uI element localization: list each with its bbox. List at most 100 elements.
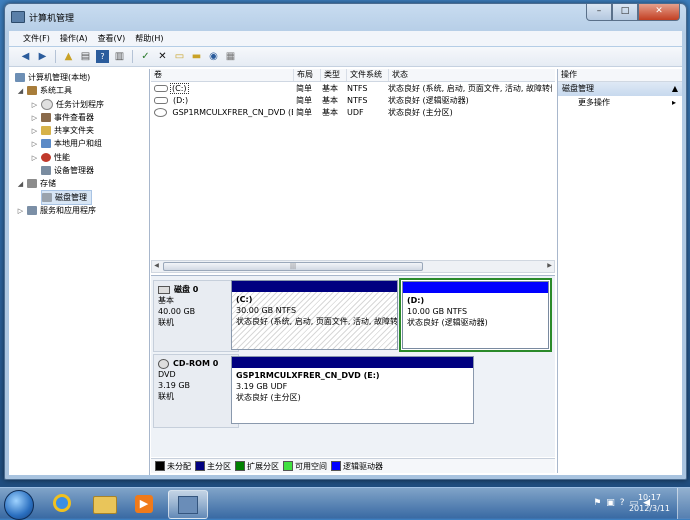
partition-c-body: (C:) 30.00 GB NTFS 状态良好 (系统, 启动, 页面文件, 活… (232, 292, 397, 329)
toolbar-separator (132, 50, 133, 63)
show-hide-action-pane-icon[interactable]: ▥ (113, 50, 126, 63)
volume-cell: GSP1RMCULXFRER_CN_DVD (E:) (151, 107, 293, 118)
taskbar-media-player-button[interactable]: ▶ (126, 490, 164, 517)
help-icon[interactable]: ? (620, 498, 625, 508)
users-icon (41, 139, 51, 148)
back-arrow-icon[interactable]: ◀ (19, 50, 32, 63)
column-header-volume[interactable]: 卷 (151, 69, 294, 81)
extended-partition[interactable]: (D:) 10.00 GB NTFS 状态良好 (逻辑驱动器) (399, 278, 552, 352)
tree-item-event-viewer[interactable]: ▷ 事件查看器 (31, 111, 94, 124)
column-header-type[interactable]: 类型 (321, 69, 347, 81)
volume-row[interactable]: (D:) 简单 基本 NTFS 状态良好 (逻辑驱动器) (151, 95, 555, 106)
maximize-button[interactable]: □ (612, 4, 638, 21)
tree-item-disk-management[interactable]: 磁盘管理 (41, 190, 92, 205)
primary-partition-bar (232, 281, 397, 292)
tree-item-services[interactable]: ▷ 服务和应用程序 (17, 204, 96, 217)
menu-view[interactable]: 查看(V) (94, 31, 130, 46)
submenu-arrow-icon: ▸ (671, 98, 676, 107)
status-cell: 状态良好 (系统, 启动, 页面文件, 活动, 故障转储 (388, 84, 552, 93)
expand-arrow-icon[interactable]: ▷ (31, 140, 38, 148)
clock[interactable]: 10:17 2012/3/11 (629, 492, 670, 514)
tree-item-local-users[interactable]: ▷ 本地用户和组 (31, 137, 102, 150)
help-icon[interactable]: ? (96, 50, 109, 63)
volume-list-header: 卷 布局 类型 文件系统 状态 (151, 69, 555, 82)
expand-arrow-icon[interactable]: ▷ (31, 101, 38, 109)
forward-arrow-icon[interactable]: ▶ (36, 50, 49, 63)
partition-e-label: GSP1RMCULXFRER_CN_DVD (E:) (236, 371, 380, 380)
taskbar-ie-button[interactable] (44, 490, 82, 517)
internet-explorer-icon (53, 494, 71, 512)
column-header-status[interactable]: 状态 (389, 69, 552, 81)
close-button[interactable]: ✕ (638, 4, 680, 21)
clock-time: 10:17 (637, 493, 662, 502)
disk-icon (158, 285, 170, 294)
scroll-right-icon[interactable]: ▶ (545, 261, 554, 270)
performance-icon (41, 153, 51, 162)
computer-management-icon (178, 496, 198, 514)
legend-swatch (331, 461, 341, 471)
menu-help[interactable]: 帮助(H) (131, 31, 167, 46)
partition-d[interactable]: (D:) 10.00 GB NTFS 状态良好 (逻辑驱动器) (402, 281, 549, 349)
volume-row[interactable]: (C:) 简单 基本 NTFS 状态良好 (系统, 启动, 页面文件, 活动, … (151, 83, 555, 94)
network-icon[interactable]: ▣ (606, 498, 615, 508)
partition-c-status: 状态良好 (系统, 启动, 页面文件, 活动, 故障转 (236, 317, 398, 326)
taskbar-computer-management-button[interactable] (168, 490, 208, 519)
tree-item-performance[interactable]: ▷ 性能 (31, 151, 70, 164)
disk-icon[interactable]: ▦ (224, 50, 237, 63)
cdrom-0-info[interactable]: CD-ROM 0 DVD 3.19 GB 联机 (153, 354, 239, 428)
collapse-arrow-icon[interactable]: ◢ (17, 180, 24, 188)
actions-section-disk-management[interactable]: 磁盘管理 ▲ (558, 82, 682, 96)
partition-d-label: (D:) (407, 296, 425, 305)
open-folder-icon[interactable]: ▭ (173, 50, 186, 63)
partition-c-size: 30.00 GB NTFS (236, 306, 297, 315)
tree-item-storage[interactable]: ◢ 存储 (17, 177, 56, 190)
tree-item-system-tools[interactable]: ◢ 系统工具 (17, 84, 72, 97)
properties-icon[interactable]: ✓ (139, 50, 152, 63)
tree-item-shared-folders[interactable]: ▷ 共享文件夹 (31, 124, 94, 137)
search-icon[interactable]: ◉ (207, 50, 220, 63)
horizontal-scrollbar[interactable]: ◀ ||| ▶ (151, 260, 555, 273)
volume-row[interactable]: GSP1RMCULXFRER_CN_DVD (E:) 简单 基本 UDF 状态良… (151, 107, 555, 118)
layout-cell: 简单 (296, 96, 312, 105)
tree-item-root[interactable]: 计算机管理(本地) (15, 71, 90, 84)
action-center-icon[interactable]: ⚑ (593, 498, 601, 508)
scroll-left-icon[interactable]: ◀ (152, 261, 161, 270)
disk-0-info[interactable]: 磁盘 0 基本 40.00 GB 联机 (153, 280, 239, 352)
volume-cell: (C:) (151, 83, 293, 94)
minimize-button[interactable]: – (586, 4, 612, 21)
expand-arrow-icon[interactable]: ▷ (31, 154, 38, 162)
start-button[interactable] (4, 490, 34, 520)
tree-label: 磁盘管理 (55, 193, 87, 202)
scroll-thumb[interactable]: ||| (163, 262, 423, 271)
taskbar-explorer-button[interactable] (86, 490, 124, 517)
partition-c[interactable]: (C:) 30.00 GB NTFS 状态良好 (系统, 启动, 页面文件, 活… (231, 280, 398, 350)
show-desktop-button[interactable] (677, 488, 690, 519)
logical-drive-bar (403, 282, 548, 293)
tree-item-task-scheduler[interactable]: ▷ 任务计划程序 (31, 98, 104, 111)
tree-label: 设备管理器 (54, 166, 94, 175)
expand-arrow-icon[interactable]: ▷ (31, 114, 38, 122)
folder-icon[interactable]: ▬ (190, 50, 203, 63)
tree-item-device-manager[interactable]: 设备管理器 (41, 164, 94, 177)
delete-icon[interactable]: ✕ (156, 50, 169, 63)
shared-folder-icon (41, 126, 51, 135)
primary-partition-bar (232, 357, 473, 368)
partition-e[interactable]: GSP1RMCULXFRER_CN_DVD (E:) 3.19 GB UDF 状… (231, 356, 474, 424)
legend-label: 扩展分区 (247, 461, 279, 471)
up-folder-icon[interactable]: ▲ (62, 50, 75, 63)
partition-e-status: 状态良好 (主分区) (236, 393, 301, 402)
show-hide-tree-icon[interactable]: ▤ (79, 50, 92, 63)
expand-arrow-icon[interactable]: ▷ (17, 207, 24, 215)
title-bar[interactable]: 计算机管理 – □ ✕ (5, 4, 686, 28)
menu-action[interactable]: 操作(A) (56, 31, 92, 46)
legend-item: 逻辑驱动器 (331, 461, 383, 472)
column-header-layout[interactable]: 布局 (294, 69, 321, 81)
more-actions-item[interactable]: 更多操作 ▸ (558, 96, 682, 109)
menu-file[interactable]: 文件(F) (19, 31, 54, 46)
expand-arrow-icon[interactable]: ▷ (31, 127, 38, 135)
storage-icon (27, 179, 37, 188)
column-header-filesystem[interactable]: 文件系统 (347, 69, 389, 81)
cdrom-0-size: 3.19 GB (158, 381, 191, 390)
collapse-up-icon[interactable]: ▲ (672, 82, 678, 96)
collapse-arrow-icon[interactable]: ◢ (17, 87, 24, 95)
